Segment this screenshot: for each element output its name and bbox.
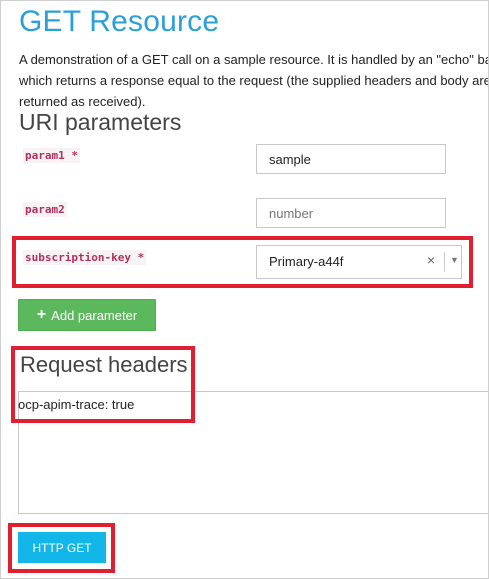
page-frame: GET Resource A demonstration of a GET ca… (0, 0, 489, 579)
subscription-key-label: subscription-key * (23, 250, 147, 265)
param1-input[interactable] (256, 144, 446, 174)
select-divider (444, 252, 445, 272)
subscription-key-value: Primary-a44f (269, 254, 344, 269)
plus-icon: + (36, 306, 47, 323)
required-marker: * (137, 251, 145, 264)
required-marker: * (71, 149, 78, 162)
chevron-down-icon[interactable]: ▼ (450, 255, 459, 265)
request-headers-heading: Request headers (20, 352, 188, 377)
subscription-key-select[interactable]: Primary-a44f × ▼ (256, 245, 462, 279)
page-description: A demonstration of a GET call on a sampl… (19, 52, 489, 109)
param2-input[interactable] (256, 198, 446, 228)
param1-label: param1 * (23, 148, 80, 163)
clear-icon[interactable]: × (427, 252, 435, 268)
param2-label: param2 (23, 202, 67, 217)
request-headers-value: ocp-apim-trace: true (18, 397, 135, 412)
add-parameter-label: Add parameter (51, 307, 138, 323)
add-parameter-button[interactable]: + Add parameter (18, 299, 156, 331)
page-title: GET Resource (19, 5, 220, 38)
uri-parameters-heading: URI parameters (19, 109, 182, 135)
http-get-button[interactable]: HTTP GET (18, 532, 106, 563)
